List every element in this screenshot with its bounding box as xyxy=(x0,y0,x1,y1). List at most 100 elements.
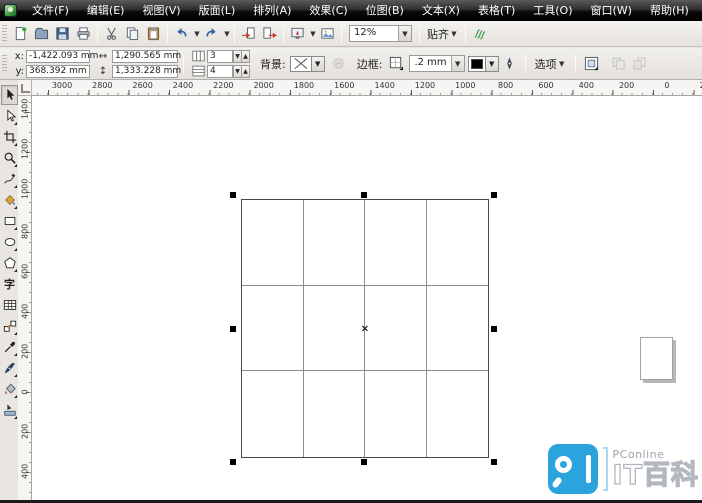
eyedropper-tool[interactable] xyxy=(1,337,18,357)
border-width-combo[interactable]: .2 mm ▼ xyxy=(409,55,464,72)
rows-spinner[interactable]: ▼▲ xyxy=(234,50,250,63)
snap-settings-icon[interactable] xyxy=(469,24,490,44)
app-launcher-dropdown-icon[interactable]: ▼ xyxy=(309,30,317,38)
ruler-origin-icon[interactable] xyxy=(18,80,32,96)
table-tool[interactable] xyxy=(1,295,18,315)
outline-pen-tool[interactable] xyxy=(1,358,18,378)
smart-fill-tool[interactable] xyxy=(1,190,18,210)
columns-spinner[interactable]: ▼▲ xyxy=(234,65,250,78)
open-folder-icon[interactable] xyxy=(31,24,52,44)
pick-tool[interactable] xyxy=(1,85,18,105)
welcome-screen-icon[interactable] xyxy=(317,24,338,44)
background-fill-picker[interactable]: ▼ xyxy=(290,56,325,72)
print-icon[interactable] xyxy=(73,24,94,44)
table-cell[interactable] xyxy=(365,371,427,457)
copy-icon[interactable] xyxy=(122,24,143,44)
text-wrap-icon[interactable] xyxy=(581,54,602,74)
zoom-level-combo[interactable]: 12% ▼ xyxy=(349,25,412,42)
table-cell[interactable] xyxy=(304,371,366,457)
flyout-indicator xyxy=(14,206,17,209)
table-cell[interactable] xyxy=(365,286,427,372)
table-cell[interactable] xyxy=(242,286,304,372)
app-launcher-icon[interactable] xyxy=(287,24,308,44)
selection-handle[interactable] xyxy=(491,459,497,465)
selection-handle[interactable] xyxy=(230,192,236,198)
interactive-fill-tool[interactable] xyxy=(1,400,18,420)
snap-dropdown-icon[interactable]: ▼ xyxy=(450,30,458,38)
menu-item[interactable]: 文件(F) xyxy=(23,0,78,21)
options-button[interactable]: 选项 ▼ xyxy=(531,54,570,74)
selection-handle[interactable] xyxy=(361,459,367,465)
y-position-field[interactable]: 368.392 mm xyxy=(26,65,90,78)
paste-icon[interactable] xyxy=(143,24,164,44)
toolbar-gripper[interactable] xyxy=(2,25,7,43)
redo-icon[interactable] xyxy=(201,24,222,44)
background-dropdown-icon[interactable]: ▼ xyxy=(312,56,325,72)
object-width-field[interactable]: 1,290.565 mm xyxy=(112,50,178,63)
menu-item[interactable]: 编辑(E) xyxy=(78,0,134,21)
crop-tool[interactable] xyxy=(1,127,18,147)
selection-handle[interactable] xyxy=(491,326,497,332)
menu-item[interactable]: 文本(X) xyxy=(413,0,469,21)
border-color-picker[interactable]: ▼ xyxy=(468,56,499,72)
table-cell[interactable] xyxy=(242,371,304,457)
export-icon[interactable] xyxy=(259,24,280,44)
zoom-dropdown-icon[interactable]: ▼ xyxy=(398,26,411,41)
options-dropdown-icon[interactable]: ▼ xyxy=(558,60,566,68)
ellipse-tool[interactable] xyxy=(1,232,18,252)
table-cell[interactable] xyxy=(242,200,304,286)
undo-dropdown-icon[interactable]: ▼ xyxy=(193,30,201,38)
import-icon[interactable] xyxy=(238,24,259,44)
polygon-tool[interactable] xyxy=(1,253,18,273)
table-cell[interactable] xyxy=(427,286,489,372)
table-cell[interactable] xyxy=(427,371,489,457)
x-position-field[interactable]: -1,422.093 mm xyxy=(26,50,90,63)
undo-icon[interactable] xyxy=(171,24,192,44)
vertical-ruler[interactable]: 1400120010008006004002000200400 xyxy=(18,96,32,503)
drawing-canvas[interactable]: × PConline IT百科 xyxy=(32,96,702,503)
selection-handle[interactable] xyxy=(361,192,367,198)
menu-item[interactable]: 表格(T) xyxy=(469,0,524,21)
table-cell[interactable] xyxy=(304,286,366,372)
menu-item[interactable]: 效果(C) xyxy=(300,0,356,21)
menu-item[interactable]: 版面(L) xyxy=(190,0,245,21)
selected-table-object[interactable]: × xyxy=(233,195,494,462)
propbar-gripper[interactable] xyxy=(2,55,7,73)
selection-handle[interactable] xyxy=(491,192,497,198)
rectangle-tool[interactable] xyxy=(1,211,18,231)
horizontal-ruler[interactable]: 3000280026002400220020001800160014001200… xyxy=(32,80,702,96)
new-document-icon[interactable] xyxy=(10,24,31,44)
menu-item[interactable]: 窗口(W) xyxy=(582,0,641,21)
menu-item[interactable]: 工具(O) xyxy=(524,0,581,21)
magnifier-logo-icon xyxy=(548,444,598,494)
table-cell[interactable] xyxy=(365,200,427,286)
table-cell[interactable] xyxy=(427,200,489,286)
zoom-tool[interactable] xyxy=(1,148,18,168)
menu-item[interactable]: 排列(A) xyxy=(244,0,300,21)
border-width-dropdown-icon[interactable]: ▼ xyxy=(451,56,464,71)
border-color-dropdown-icon[interactable]: ▼ xyxy=(486,56,499,72)
redo-dropdown-icon[interactable]: ▼ xyxy=(223,30,231,38)
selection-handle[interactable] xyxy=(230,459,236,465)
save-icon[interactable] xyxy=(52,24,73,44)
object-height-field[interactable]: 1,333.228 mm xyxy=(112,65,178,78)
outline-pen-dialog-icon[interactable] xyxy=(499,54,520,74)
table-rows-field[interactable]: 3 xyxy=(207,50,233,63)
table-columns-field[interactable]: 4 xyxy=(207,65,233,78)
selection-handle[interactable] xyxy=(230,326,236,332)
shape-tool[interactable] xyxy=(1,106,18,126)
vruler-label: 200 xyxy=(21,345,30,359)
text-tool[interactable]: 字 xyxy=(1,274,18,294)
border-selection-icon[interactable] xyxy=(386,54,407,74)
menu-item[interactable]: 视图(V) xyxy=(133,0,189,21)
blend-tool[interactable] xyxy=(1,316,18,336)
snap-to-button[interactable]: 贴齐 ▼ xyxy=(423,24,462,44)
menu-item[interactable]: 位图(B) xyxy=(357,0,413,21)
table-cell[interactable] xyxy=(304,200,366,286)
menu-item[interactable]: 帮助(H) xyxy=(641,0,698,21)
freehand-tool[interactable] xyxy=(1,169,18,189)
cut-icon[interactable] xyxy=(101,24,122,44)
standard-toolbar: ▼ ▼ ▼ 12% ▼ 贴齐 ▼ xyxy=(0,21,702,47)
fill-tool[interactable] xyxy=(1,379,18,399)
object-width-icon: ↔ xyxy=(96,50,110,62)
